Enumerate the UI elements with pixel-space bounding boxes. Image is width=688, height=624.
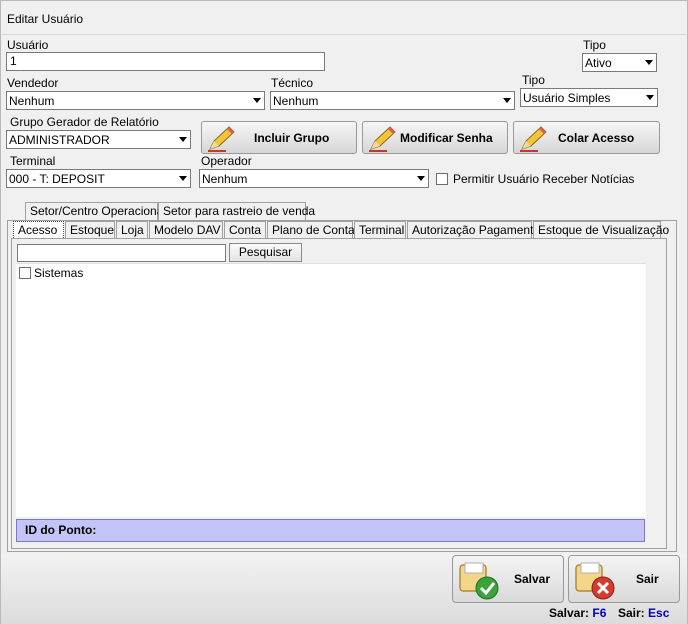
tree-item-sistemas[interactable]: Sistemas bbox=[34, 266, 83, 280]
save-check-icon bbox=[459, 562, 499, 600]
chevron-down-icon[interactable] bbox=[642, 89, 657, 106]
id-do-ponto-bar: ID do Ponto: bbox=[16, 519, 645, 542]
terminal-label: Terminal bbox=[10, 154, 56, 168]
tecnico-select[interactable]: Nenhum bbox=[270, 91, 515, 110]
salvar-hotkey-label: Salvar: bbox=[549, 606, 590, 620]
pencil-icon bbox=[369, 126, 396, 152]
edit-user-window: Editar Usuário Usuário 1 Tipo Ativo Vend… bbox=[0, 0, 688, 624]
colar-acesso-button[interactable]: Colar Acesso bbox=[513, 121, 660, 154]
exit-cancel-icon bbox=[575, 562, 615, 600]
sair-hotkey-label: Sair: bbox=[618, 606, 645, 620]
sair-hotkey-key: Esc bbox=[648, 606, 670, 620]
tab-setor-centro-operacional[interactable]: Setor/Centro Operacional bbox=[25, 202, 166, 221]
grupo-label: Grupo Gerador de Relatório bbox=[10, 115, 159, 129]
pencil-icon bbox=[208, 126, 235, 152]
tipo-status-select[interactable]: Ativo bbox=[582, 53, 657, 72]
sair-button[interactable]: Sair bbox=[568, 555, 680, 603]
usuario-input[interactable]: 1 bbox=[6, 52, 325, 71]
tab-setor-rastreio-venda[interactable]: Setor para rastreio de venda bbox=[158, 202, 315, 221]
vendedor-value: Nenhum bbox=[9, 94, 55, 108]
operador-select[interactable]: Nenhum bbox=[199, 169, 429, 188]
search-input[interactable] bbox=[17, 244, 226, 262]
access-tree: Sistemas bbox=[16, 263, 646, 517]
incluir-grupo-button[interactable]: Incluir Grupo bbox=[201, 121, 357, 154]
sistemas-checkbox[interactable] bbox=[19, 267, 31, 279]
chevron-down-icon[interactable] bbox=[175, 170, 190, 187]
chevron-down-icon[interactable] bbox=[413, 170, 428, 187]
salvar-hotkey-key: F6 bbox=[592, 606, 607, 620]
pesquisar-button[interactable]: Pesquisar bbox=[229, 243, 302, 262]
title-bar: Editar Usuário bbox=[1, 1, 687, 35]
grupo-value: ADMINISTRADOR bbox=[9, 133, 110, 147]
terminal-value: 000 - T: DEPOSIT bbox=[9, 172, 105, 186]
vendedor-select[interactable]: Nenhum bbox=[6, 91, 265, 110]
noticias-checkbox[interactable] bbox=[436, 173, 448, 185]
vendedor-label: Vendedor bbox=[7, 76, 59, 90]
tecnico-value: Nenhum bbox=[273, 94, 319, 108]
salvar-label: Salvar bbox=[514, 572, 551, 586]
incluir-grupo-label: Incluir Grupo bbox=[254, 131, 330, 145]
salvar-hotkey: Salvar: F6 bbox=[549, 606, 606, 620]
window-title: Editar Usuário bbox=[7, 12, 84, 26]
colar-acesso-label: Colar Acesso bbox=[558, 131, 635, 145]
chevron-down-icon[interactable] bbox=[499, 92, 514, 109]
usuario-label: Usuário bbox=[7, 38, 49, 52]
terminal-select[interactable]: 000 - T: DEPOSIT bbox=[6, 169, 191, 188]
chevron-down-icon[interactable] bbox=[175, 131, 190, 148]
tipo-usuario-select[interactable]: Usuário Simples bbox=[520, 88, 658, 107]
modificar-senha-button[interactable]: Modificar Senha bbox=[362, 121, 508, 154]
tipo-usuario-label: Tipo bbox=[522, 73, 545, 87]
noticias-label: Permitir Usuário Receber Notícias bbox=[453, 172, 635, 186]
sair-label: Sair bbox=[636, 572, 659, 586]
tipo-status-value: Ativo bbox=[585, 56, 612, 70]
tecnico-label: Técnico bbox=[271, 76, 314, 90]
tipo-status-label: Tipo bbox=[583, 38, 606, 52]
sair-hotkey: Sair: Esc bbox=[618, 606, 669, 620]
chevron-down-icon[interactable] bbox=[641, 54, 656, 71]
operador-value: Nenhum bbox=[202, 172, 248, 186]
chevron-down-icon[interactable] bbox=[249, 92, 264, 109]
operador-label: Operador bbox=[201, 154, 252, 168]
grupo-select[interactable]: ADMINISTRADOR bbox=[6, 130, 191, 149]
modificar-senha-label: Modificar Senha bbox=[400, 131, 493, 145]
pencil-icon bbox=[520, 126, 547, 152]
tipo-usuario-value: Usuário Simples bbox=[523, 91, 611, 105]
salvar-button[interactable]: Salvar bbox=[452, 555, 564, 603]
